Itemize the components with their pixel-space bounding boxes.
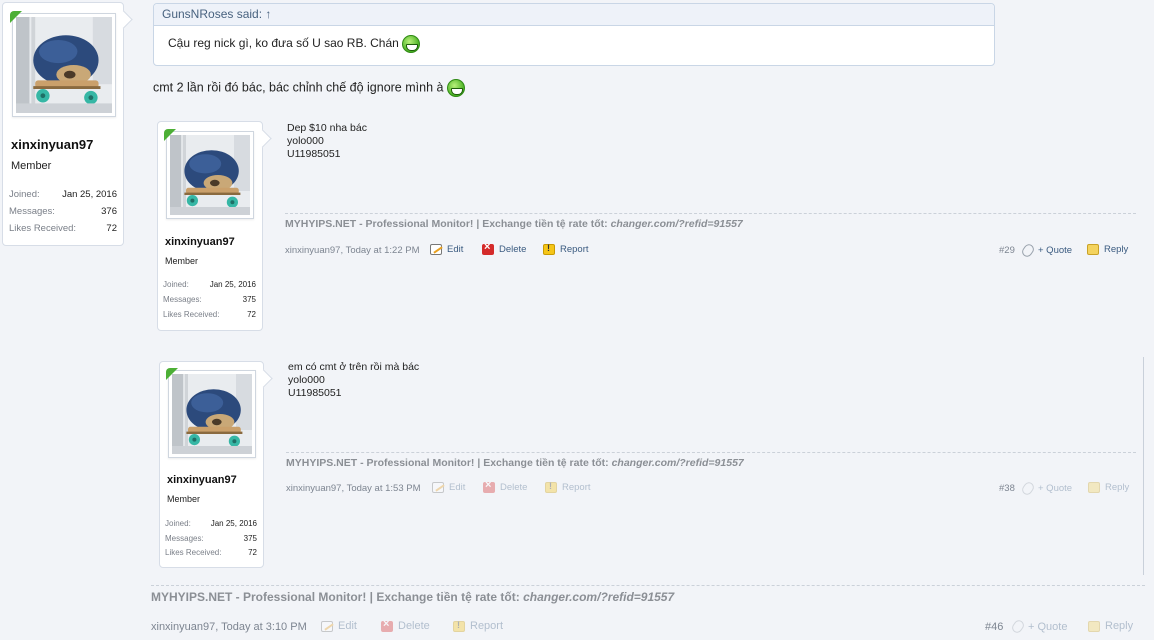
joined-label: Joined: — [165, 519, 191, 528]
edit-icon — [432, 482, 444, 493]
avatar[interactable] — [10, 11, 116, 117]
signature-divider — [285, 213, 1136, 214]
quote-button[interactable]: + Quote — [1020, 480, 1072, 497]
likes-value: 72 — [106, 223, 117, 234]
paperclip-icon — [1020, 242, 1036, 259]
grin-smiley-icon — [446, 79, 465, 97]
joined-label: Joined: — [163, 280, 189, 289]
likes-value: 72 — [248, 548, 257, 557]
post-number[interactable]: #29 — [999, 245, 1015, 256]
report-button[interactable]: Report — [543, 243, 589, 255]
delete-button[interactable]: Delete — [381, 618, 430, 632]
message-line: U11985051 — [287, 148, 341, 160]
reply-icon — [1088, 482, 1100, 493]
online-badge — [164, 129, 176, 141]
user-title: Member — [165, 256, 199, 266]
reply-button[interactable]: Reply — [1088, 620, 1133, 632]
post38-right-border — [1143, 357, 1144, 575]
edit-button[interactable]: Edit — [432, 482, 465, 493]
messages-value[interactable]: 375 — [244, 534, 257, 543]
quote-button[interactable]: + Quote — [1010, 618, 1067, 635]
avatar[interactable] — [166, 368, 256, 458]
likes-label: Likes Received: — [9, 223, 77, 234]
reply-button[interactable]: Reply — [1087, 244, 1128, 255]
message-line: yolo000 — [287, 135, 324, 147]
messages-value[interactable]: 376 — [101, 206, 117, 217]
joined-value: Jan 25, 2016 — [210, 519, 257, 528]
paperclip-icon — [1020, 480, 1036, 497]
message-line: U11985051 — [288, 387, 342, 399]
report-icon — [453, 620, 465, 632]
reply-icon — [1087, 244, 1099, 255]
signature: MYHYIPS.NET - Professional Monitor! | Ex… — [151, 590, 675, 604]
likes-label: Likes Received: — [163, 310, 220, 319]
signature: MYHYIPS.NET - Professional Monitor! | Ex… — [285, 218, 743, 230]
delete-button[interactable]: Delete — [483, 479, 527, 493]
messages-label: Messages: — [165, 534, 204, 543]
messages-label: Messages: — [163, 295, 202, 304]
reply-icon — [1088, 620, 1100, 632]
joined-value: Jan 25, 2016 — [62, 189, 117, 200]
quote-block: GunsNRoses said: ↑ Cậu reg nick gì, ko đ… — [153, 3, 995, 66]
report-icon — [545, 481, 557, 493]
message-line: Dep $10 nha bác — [287, 122, 367, 134]
online-badge — [10, 11, 22, 23]
edit-icon — [321, 620, 333, 632]
likes-value: 72 — [247, 310, 256, 319]
messages-value[interactable]: 375 — [243, 295, 256, 304]
quote-button[interactable]: + Quote — [1020, 242, 1072, 259]
message-body: cmt 2 lần rồi đó bác, bác chỉnh chế độ i… — [153, 79, 465, 97]
quote-text-row: Cậu reg nick gì, ko đưa số U sao RB. Chá… — [168, 35, 421, 53]
user-card-main: xinxinyuan97 Member Joined: Jan 25, 2016… — [2, 2, 133, 246]
messages-label: Messages: — [9, 206, 55, 217]
signature: MYHYIPS.NET - Professional Monitor! | Ex… — [286, 457, 744, 469]
post-author-time[interactable]: xinxinyuan97, Today at 1:53 PM — [286, 483, 421, 494]
message-text: cmt 2 lần rồi đó bác, bác chỉnh chế độ i… — [153, 80, 444, 95]
post29-body: Dep $10 nha bác yolo000 U11985051 — [287, 122, 367, 161]
online-badge — [166, 368, 178, 380]
edit-button[interactable]: Edit — [430, 244, 463, 255]
report-button[interactable]: Report — [545, 481, 591, 493]
username[interactable]: xinxinyuan97 — [165, 236, 235, 248]
quote-text: Cậu reg nick gì, ko đưa số U sao RB. Chá… — [168, 36, 399, 51]
post-number[interactable]: #46 — [985, 621, 1003, 633]
grin-smiley-icon — [402, 35, 421, 53]
username[interactable]: xinxinyuan97 — [167, 474, 237, 486]
post-number[interactable]: #38 — [999, 483, 1015, 494]
joined-value: Jan 25, 2016 — [209, 280, 256, 289]
edit-icon — [430, 244, 442, 255]
signature-divider — [286, 452, 1136, 453]
likes-label: Likes Received: — [165, 548, 222, 557]
paperclip-icon — [1010, 618, 1026, 635]
report-icon — [543, 243, 555, 255]
username[interactable]: xinxinyuan97 — [11, 137, 93, 152]
report-button[interactable]: Report — [453, 620, 503, 632]
message-line: yolo000 — [288, 374, 325, 386]
signature-link[interactable]: changer.com/?refid=91557 — [612, 457, 744, 469]
signature-link[interactable]: changer.com/?refid=91557 — [523, 590, 674, 604]
joined-label: Joined: — [9, 189, 40, 200]
quote-attribution[interactable]: GunsNRoses said: ↑ — [154, 4, 994, 26]
avatar[interactable] — [164, 129, 254, 219]
user-title: Member — [11, 160, 52, 172]
signature-link[interactable]: changer.com/?refid=91557 — [611, 218, 743, 230]
user-title: Member — [167, 494, 201, 504]
signature-divider — [151, 585, 1145, 586]
user-card-post29: xinxinyuan97 Member Joined: Jan 25, 2016… — [157, 121, 272, 331]
delete-icon — [483, 479, 495, 493]
delete-icon — [482, 241, 494, 255]
post-author-time[interactable]: xinxinyuan97, Today at 3:10 PM — [151, 621, 307, 633]
edit-button[interactable]: Edit — [321, 620, 357, 632]
post-author-time[interactable]: xinxinyuan97, Today at 1:22 PM — [285, 245, 420, 256]
user-card-post38: xinxinyuan97 Member Joined: Jan 25, 2016… — [159, 361, 273, 568]
post38-body: em có cmt ở trên rồi mà bác yolo000 U119… — [288, 361, 419, 400]
delete-button[interactable]: Delete — [482, 241, 526, 255]
delete-icon — [381, 618, 393, 632]
message-line: em có cmt ở trên rồi mà bác — [288, 361, 420, 373]
reply-button[interactable]: Reply — [1088, 482, 1129, 493]
